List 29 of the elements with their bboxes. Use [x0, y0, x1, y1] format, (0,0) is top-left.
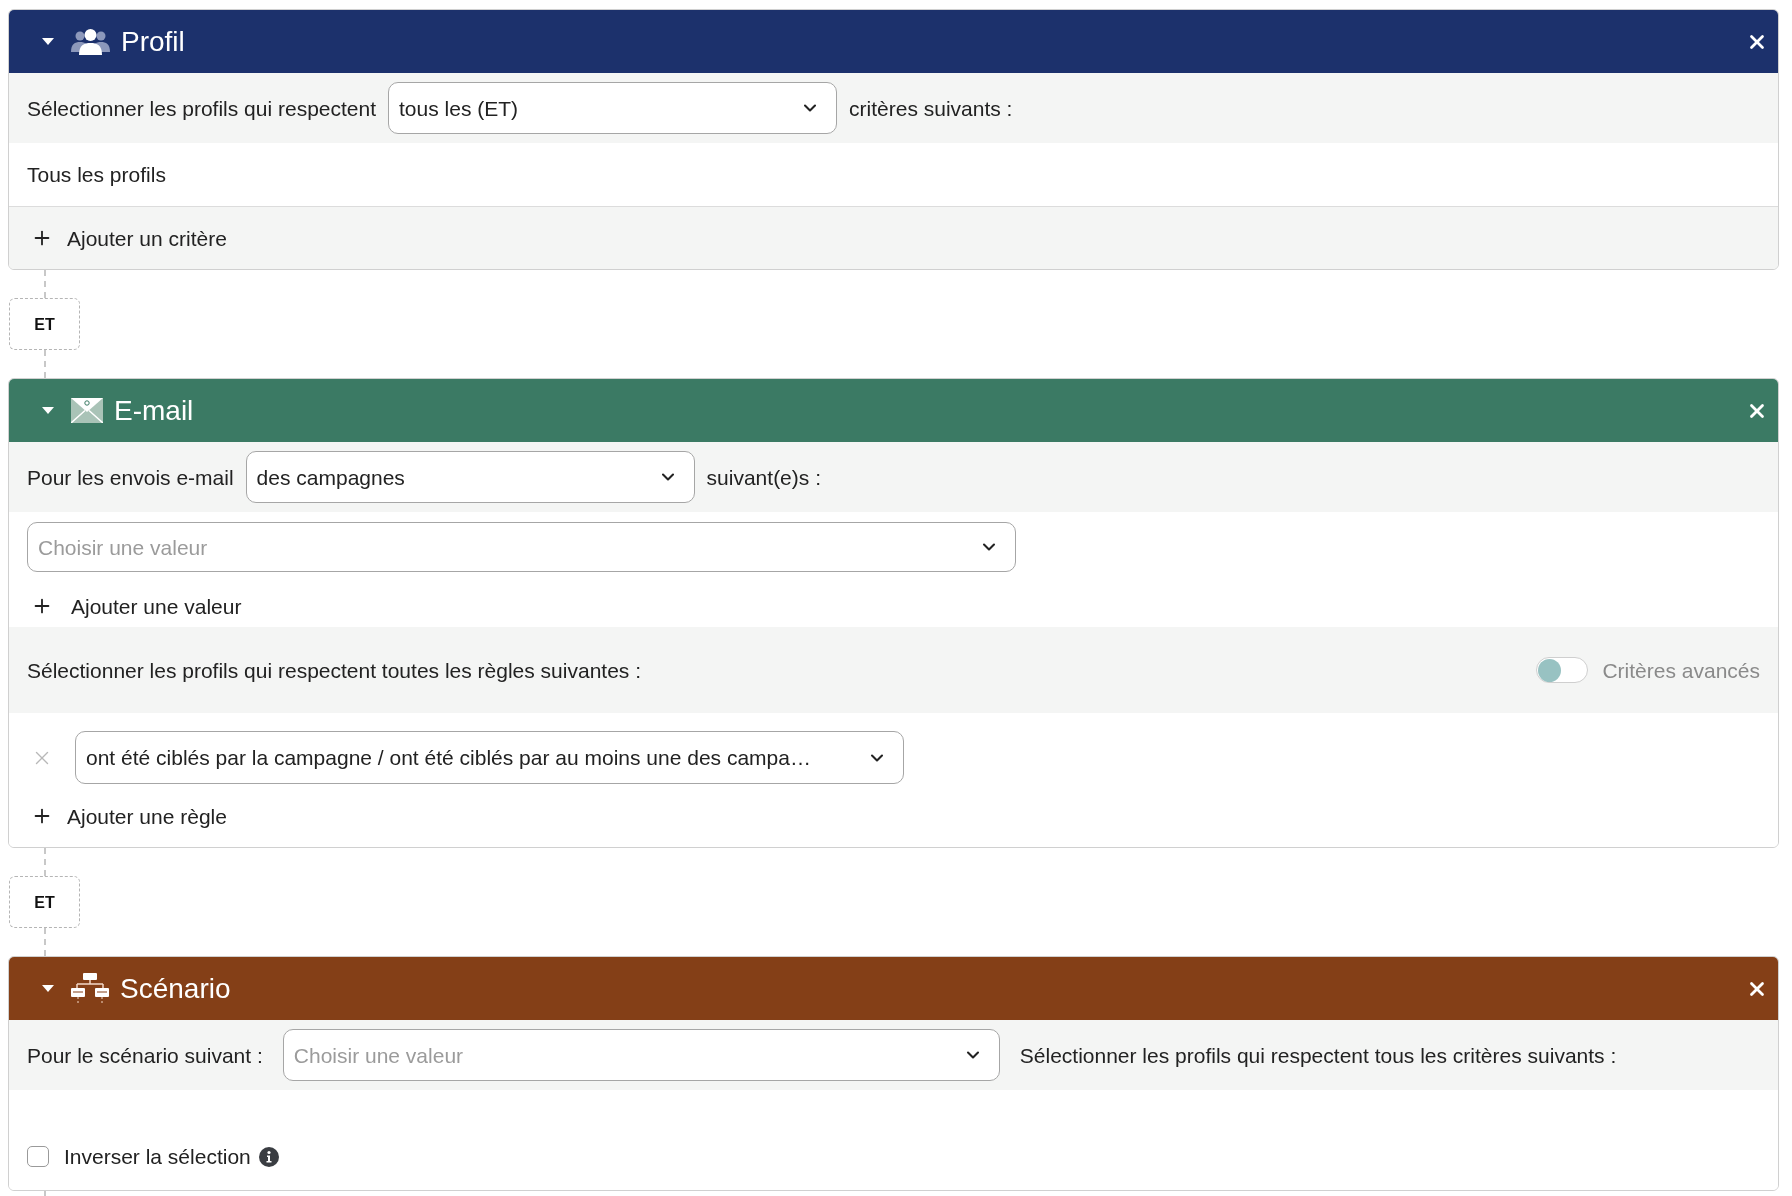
caret-icon[interactable] — [42, 38, 54, 45]
add-rule-link[interactable]: Ajouter une règle — [31, 803, 227, 829]
dropdown[interactable]: des campagnes — [245, 451, 695, 503]
field-label: Sélectionner les profils qui respectent tous les critères suivants : — [1019, 1042, 1617, 1068]
checkbox-label[interactable]: Inverser la sélection — [64, 1144, 251, 1169]
field-label: Sélectionner les profils qui respectent — [27, 95, 377, 121]
toggle-switch[interactable] — [1536, 657, 1589, 683]
rules-intro: Sélectionner les profils qui respectent toutes les règles suivantes : — [27, 657, 641, 683]
logic-operator: ET — [9, 298, 80, 350]
logic-operator: ET — [9, 876, 80, 928]
caret-icon[interactable] — [42, 985, 54, 992]
panel-title: Profil — [121, 24, 185, 59]
field-label: Pour les envois e-mail — [27, 464, 234, 490]
sitemap-icon — [71, 972, 109, 1005]
summary-text: Tous les profils — [27, 163, 166, 186]
people-icon — [71, 28, 110, 55]
field-label: suivant(e)s : — [706, 464, 821, 490]
field-label: critères suivants : — [849, 95, 1013, 121]
dropdown[interactable]: ont été ciblés par la campagne / ont été ciblés par au moins une des campa… — [75, 731, 904, 784]
toggle-label: Critères avancés — [1602, 657, 1760, 683]
panel-title: E-mail — [114, 393, 194, 428]
info-icon[interactable] — [258, 1146, 279, 1167]
add-criterion-link[interactable]: Ajouter un critère — [31, 225, 227, 251]
checkbox[interactable] — [27, 1146, 49, 1167]
panel-title: Scénario — [120, 971, 231, 1006]
dropdown[interactable]: tous les (ET) — [388, 82, 838, 134]
add-value-link[interactable]: Ajouter une valeur — [31, 593, 242, 619]
field-label: Pour le scénario suivant : — [27, 1042, 263, 1068]
envelope-icon — [71, 398, 103, 423]
